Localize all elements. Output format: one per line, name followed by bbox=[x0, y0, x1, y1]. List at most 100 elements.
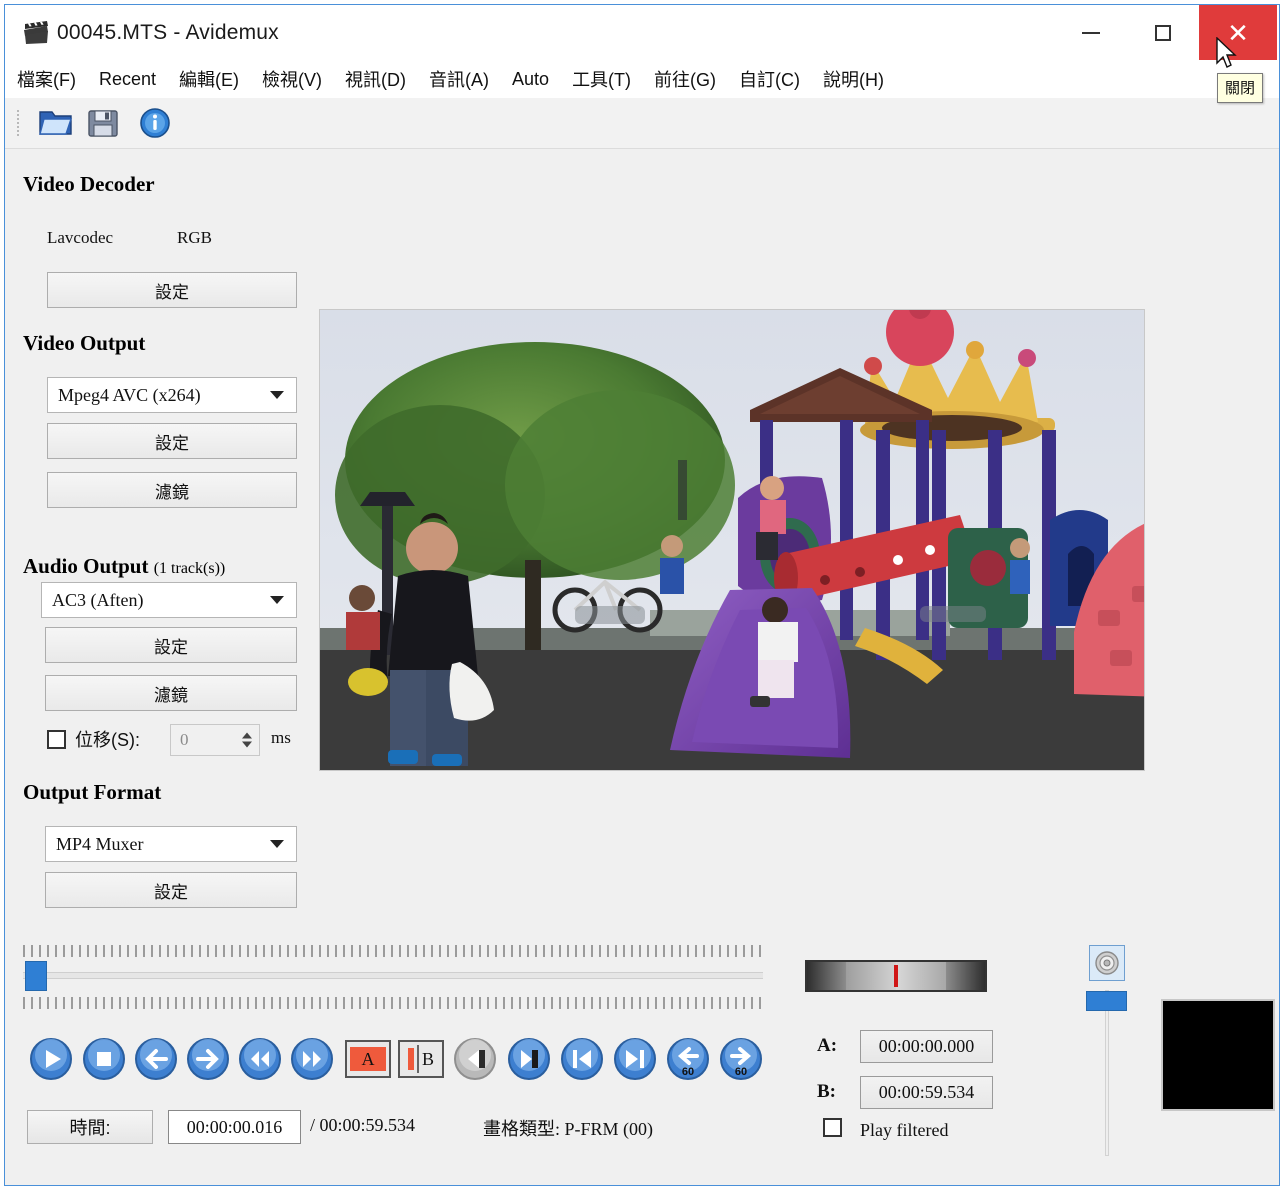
timeline-track[interactable] bbox=[23, 972, 763, 979]
secondary-preview-box bbox=[1163, 1001, 1273, 1109]
open-file-icon bbox=[39, 111, 72, 135]
svg-text:60: 60 bbox=[682, 1066, 694, 1078]
menu-audio[interactable]: 音訊(A) bbox=[429, 66, 489, 92]
audio-output-codec-value: AC3 (Aften) bbox=[52, 589, 144, 610]
menu-go[interactable]: 前往(G) bbox=[654, 66, 716, 92]
output-format-value: MP4 Muxer bbox=[56, 833, 144, 854]
open-file-button[interactable] bbox=[37, 106, 75, 140]
clapperboard-icon bbox=[24, 21, 48, 44]
video-decoder-configure-button[interactable]: 設定 bbox=[47, 272, 297, 308]
title-bar: 00045.MTS - Avidemux ✕ 關閉 bbox=[5, 5, 1279, 103]
stop-icon bbox=[83, 1038, 125, 1080]
audio-level-meter[interactable] bbox=[805, 960, 987, 992]
play-filtered-checkbox[interactable] bbox=[823, 1118, 842, 1137]
menu-bar: 檔案(F) Recent 編輯(E) 檢視(V) 視訊(D) 音訊(A) Aut… bbox=[5, 60, 1279, 98]
menu-file[interactable]: 檔案(F) bbox=[17, 66, 76, 92]
rewind-button[interactable] bbox=[238, 1037, 282, 1081]
mark-b-label: B bbox=[421, 1048, 434, 1069]
volume-slider-handle[interactable] bbox=[1086, 991, 1127, 1011]
audio-output-codec-select[interactable]: AC3 (Aften) bbox=[41, 582, 297, 618]
current-time-field[interactable]: 00:00:00.016 bbox=[168, 1110, 301, 1144]
audio-output-filters-button[interactable]: 濾鏡 bbox=[45, 675, 297, 711]
info-icon bbox=[140, 108, 170, 138]
previous-black-frame-button[interactable] bbox=[453, 1037, 497, 1081]
mute-toggle-button[interactable] bbox=[1089, 945, 1125, 981]
timeline-handle[interactable] bbox=[25, 961, 47, 991]
chevron-down-icon bbox=[270, 391, 284, 399]
rewind-icon bbox=[239, 1038, 281, 1080]
next-black-frame-icon bbox=[508, 1038, 550, 1080]
fast-forward-button[interactable] bbox=[290, 1037, 334, 1081]
timeline-ticks-top bbox=[23, 945, 763, 957]
time-button[interactable]: 時間: bbox=[27, 1110, 153, 1144]
toolbar-grip[interactable] bbox=[17, 110, 19, 136]
video-preview[interactable] bbox=[320, 310, 1144, 770]
maximize-button[interactable] bbox=[1127, 5, 1199, 60]
minimize-button[interactable] bbox=[1055, 5, 1127, 60]
marker-a-label: A: bbox=[817, 1035, 838, 1056]
audio-shift-unit: ms bbox=[271, 728, 291, 747]
audio-shift-checkbox[interactable] bbox=[47, 730, 66, 749]
audio-output-heading: Audio Output (1 track(s)) bbox=[23, 554, 226, 578]
output-format-configure-button[interactable]: 設定 bbox=[45, 872, 297, 908]
meter-marker bbox=[894, 965, 898, 987]
video-output-codec-select[interactable]: Mpeg4 AVC (x264) bbox=[47, 377, 297, 413]
back-60-button[interactable]: 60 bbox=[666, 1037, 710, 1081]
next-black-frame-button[interactable] bbox=[507, 1037, 551, 1081]
forward-60-button[interactable]: 60 bbox=[719, 1037, 763, 1081]
audio-output-configure-button[interactable]: 設定 bbox=[45, 627, 297, 663]
audio-track-count: (1 track(s)) bbox=[153, 560, 226, 577]
menu-view[interactable]: 檢視(V) bbox=[262, 66, 322, 92]
menu-recent[interactable]: Recent bbox=[99, 69, 156, 90]
mark-a-button[interactable]: A bbox=[345, 1040, 391, 1078]
timeline-slider[interactable] bbox=[23, 945, 763, 1011]
close-button[interactable]: ✕ bbox=[1199, 5, 1277, 60]
mark-b-divider bbox=[416, 1045, 419, 1073]
back-60-icon: 60 bbox=[667, 1038, 709, 1080]
marker-b-label: B: bbox=[817, 1081, 836, 1102]
marker-b-field[interactable]: 00:00:59.534 bbox=[860, 1076, 993, 1109]
info-button[interactable] bbox=[136, 106, 174, 140]
audio-shift-input[interactable]: 0 bbox=[170, 724, 260, 756]
volume-slider-track[interactable] bbox=[1105, 990, 1109, 1156]
menu-edit[interactable]: 編輯(E) bbox=[179, 66, 239, 92]
audio-shift-value: 0 bbox=[180, 730, 189, 749]
decoder-colorspace-label: RGB bbox=[177, 228, 212, 247]
preview-frame-image bbox=[320, 310, 1144, 770]
save-file-button[interactable] bbox=[85, 106, 123, 140]
previous-keyframe-button[interactable] bbox=[560, 1037, 604, 1081]
mark-b-button[interactable]: B bbox=[398, 1040, 444, 1078]
save-file-icon bbox=[88, 110, 118, 137]
timeline-ticks-bottom bbox=[23, 997, 763, 1009]
audio-shift-label: 位移(S): bbox=[75, 730, 140, 750]
step-forward-button[interactable] bbox=[186, 1037, 230, 1081]
mark-a-label: A bbox=[350, 1047, 386, 1071]
frame-type-label: 畫格類型: bbox=[483, 1119, 561, 1139]
svg-text:60: 60 bbox=[735, 1066, 747, 1078]
spinner-arrows-icon[interactable] bbox=[242, 732, 252, 748]
marker-a-field[interactable]: 00:00:00.000 bbox=[860, 1030, 993, 1063]
previous-black-frame-icon bbox=[454, 1038, 496, 1080]
video-output-heading: Video Output bbox=[23, 331, 146, 355]
menu-help[interactable]: 說明(H) bbox=[823, 66, 884, 92]
video-output-filters-button[interactable]: 濾鏡 bbox=[47, 472, 297, 508]
next-keyframe-button[interactable] bbox=[613, 1037, 657, 1081]
meter-segment-4 bbox=[945, 962, 985, 990]
play-button[interactable] bbox=[29, 1037, 73, 1081]
video-output-configure-button[interactable]: 設定 bbox=[47, 423, 297, 459]
arrow-right-icon bbox=[187, 1038, 229, 1080]
stop-button[interactable] bbox=[82, 1037, 126, 1081]
mouse-cursor-icon bbox=[1216, 37, 1237, 68]
meter-segment-1 bbox=[807, 962, 847, 990]
step-back-button[interactable] bbox=[134, 1037, 178, 1081]
menu-tools[interactable]: 工具(T) bbox=[572, 66, 631, 92]
output-format-select[interactable]: MP4 Muxer bbox=[45, 826, 297, 862]
video-output-codec-value: Mpeg4 AVC (x264) bbox=[58, 384, 201, 405]
menu-video[interactable]: 視訊(D) bbox=[345, 66, 406, 92]
fast-forward-icon bbox=[291, 1038, 333, 1080]
play-filtered-label: Play filtered bbox=[860, 1120, 949, 1140]
menu-custom[interactable]: 自訂(C) bbox=[739, 66, 800, 92]
menu-auto[interactable]: Auto bbox=[512, 69, 549, 90]
chevron-down-icon bbox=[270, 840, 284, 848]
arrow-left-icon bbox=[135, 1038, 177, 1080]
